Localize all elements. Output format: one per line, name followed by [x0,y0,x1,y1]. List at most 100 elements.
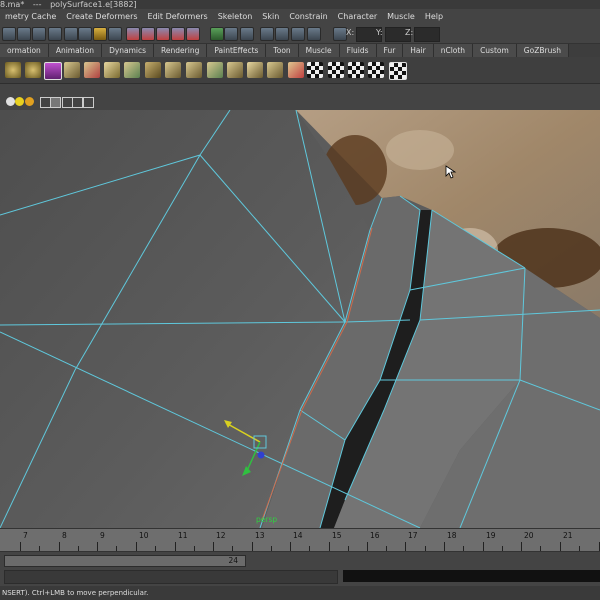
camera-name-label: persp [256,515,278,524]
tab-ncloth[interactable]: nCloth [433,44,474,57]
shelf-tool-14-icon[interactable] [267,62,283,78]
shading-orange-icon[interactable] [25,97,34,106]
x-field-label: X: [346,28,355,37]
shelf-tool-4-icon[interactable] [64,62,80,78]
scene-file-name: 8.ma* [0,0,25,9]
menu-geometry-cache[interactable]: metry Cache [0,12,61,21]
shelf-tool-9-icon[interactable] [165,62,181,78]
select-by-object-icon[interactable] [17,27,31,41]
z-field-label: Z: [405,28,414,37]
render-settings-icon[interactable] [260,27,274,41]
checker-3-icon[interactable] [348,62,364,78]
panel-spacer [0,84,600,94]
menu-skeleton[interactable]: Skeleton [213,12,258,21]
tab-gozbrush[interactable]: GoZBrush [516,44,569,57]
panel-toolbar [0,94,600,111]
snap-grid-icon[interactable] [48,27,62,41]
frame-number: 17 [408,531,418,540]
viewport-scene [0,110,600,528]
joint-xray-icon[interactable] [83,97,94,108]
help-line: NSERT). Ctrl+LMB to move perpendicular. [0,586,600,600]
command-result-field [343,570,600,582]
xray-icon[interactable] [50,97,61,108]
tab-rendering[interactable]: Rendering [154,44,208,57]
title-separator: --- [32,0,42,9]
shelf [0,57,600,84]
frame-number: 21 [563,531,573,540]
frame-number: 20 [524,531,534,540]
menu-help[interactable]: Help [420,12,448,21]
help-question-icon[interactable] [78,27,92,41]
menu-character[interactable]: Character [333,12,383,21]
backface-icon[interactable] [72,97,83,108]
tab-toon[interactable]: Toon [266,44,299,57]
shelf-tool-15-icon[interactable] [288,62,304,78]
shelf-tool-2-icon[interactable] [25,62,41,78]
frame-number: 10 [139,531,149,540]
checker-2-icon[interactable] [328,62,344,78]
snap-view-plane-icon[interactable] [141,27,155,41]
shelf-tool-12-icon[interactable] [227,62,243,78]
lock-selection-icon[interactable] [93,27,107,41]
time-slider[interactable]: 7 8 9 10 11 12 13 14 15 16 17 18 19 20 2… [0,528,600,551]
frame-number: 11 [178,531,188,540]
history-output-icon[interactable] [186,27,200,41]
absolute-transform-icon[interactable] [333,27,347,41]
snap-point-icon[interactable] [126,27,140,41]
shelf-tool-1-icon[interactable] [5,62,21,78]
shelf-tool-3-icon[interactable] [44,62,62,80]
select-by-component-icon[interactable] [32,27,46,41]
make-live-icon[interactable] [156,27,170,41]
command-input-field[interactable] [4,570,338,584]
shelf-tool-11-icon[interactable] [207,62,223,78]
tab-fluids[interactable]: Fluids [339,44,377,57]
tab-hair[interactable]: Hair [403,44,434,57]
tab-fur[interactable]: Fur [376,44,404,57]
shading-white-icon[interactable] [6,97,15,106]
highlight-selection-icon[interactable] [108,27,122,41]
history-input-icon[interactable] [171,27,185,41]
range-end-value: 24 [228,556,238,565]
shelf-tool-5-icon[interactable] [84,62,100,78]
z-coordinate-field[interactable] [414,27,440,42]
frame-number: 8 [62,531,67,540]
shading-yellow-icon[interactable] [15,97,24,106]
frame-number: 9 [100,531,105,540]
tab-painteffects[interactable]: PaintEffects [207,44,267,57]
hypershade-icon[interactable] [275,27,289,41]
menu-constrain[interactable]: Constrain [284,12,332,21]
construction-history-icon[interactable] [210,27,224,41]
checker-1-icon[interactable] [307,62,323,78]
select-by-hierarchy-icon[interactable] [2,27,16,41]
tab-custom[interactable]: Custom [473,44,517,57]
shelf-tab-bar: ormation Animation Dynamics Rendering Pa… [0,44,600,57]
ipr-render-icon[interactable] [240,27,254,41]
render-current-frame-icon[interactable] [224,27,238,41]
render-view-icon[interactable] [291,27,305,41]
snap-curve-icon[interactable] [64,27,78,41]
tab-muscle[interactable]: Muscle [298,44,340,57]
menu-skin[interactable]: Skin [257,12,284,21]
checker-5-icon[interactable] [389,62,407,80]
playback-range-bar[interactable]: 24 [4,555,246,567]
frame-number: 15 [332,531,342,540]
menu-muscle[interactable]: Muscle [382,12,420,21]
range-slider: 24 [0,551,600,568]
checker-4-icon[interactable] [368,62,384,78]
attribute-editor-toggle-icon[interactable] [307,27,321,41]
shelf-tool-6-icon[interactable] [104,62,120,78]
status-line: X: Y: Z: [0,24,600,44]
perspective-viewport[interactable]: persp [0,110,600,528]
shelf-tool-13-icon[interactable] [247,62,263,78]
frame-number: 16 [370,531,380,540]
frame-number: 18 [447,531,457,540]
menu-create-deformers[interactable]: Create Deformers [61,12,142,21]
selected-component: polySurface1.e[3882] [50,0,137,9]
menu-edit-deformers[interactable]: Edit Deformers [143,12,213,21]
shelf-tool-8-icon[interactable] [145,62,161,78]
shelf-tool-10-icon[interactable] [186,62,202,78]
shelf-tool-7-icon[interactable] [124,62,140,78]
tab-dynamics[interactable]: Dynamics [102,44,155,57]
tab-deformation[interactable]: ormation [0,44,49,57]
tab-animation[interactable]: Animation [48,44,103,57]
